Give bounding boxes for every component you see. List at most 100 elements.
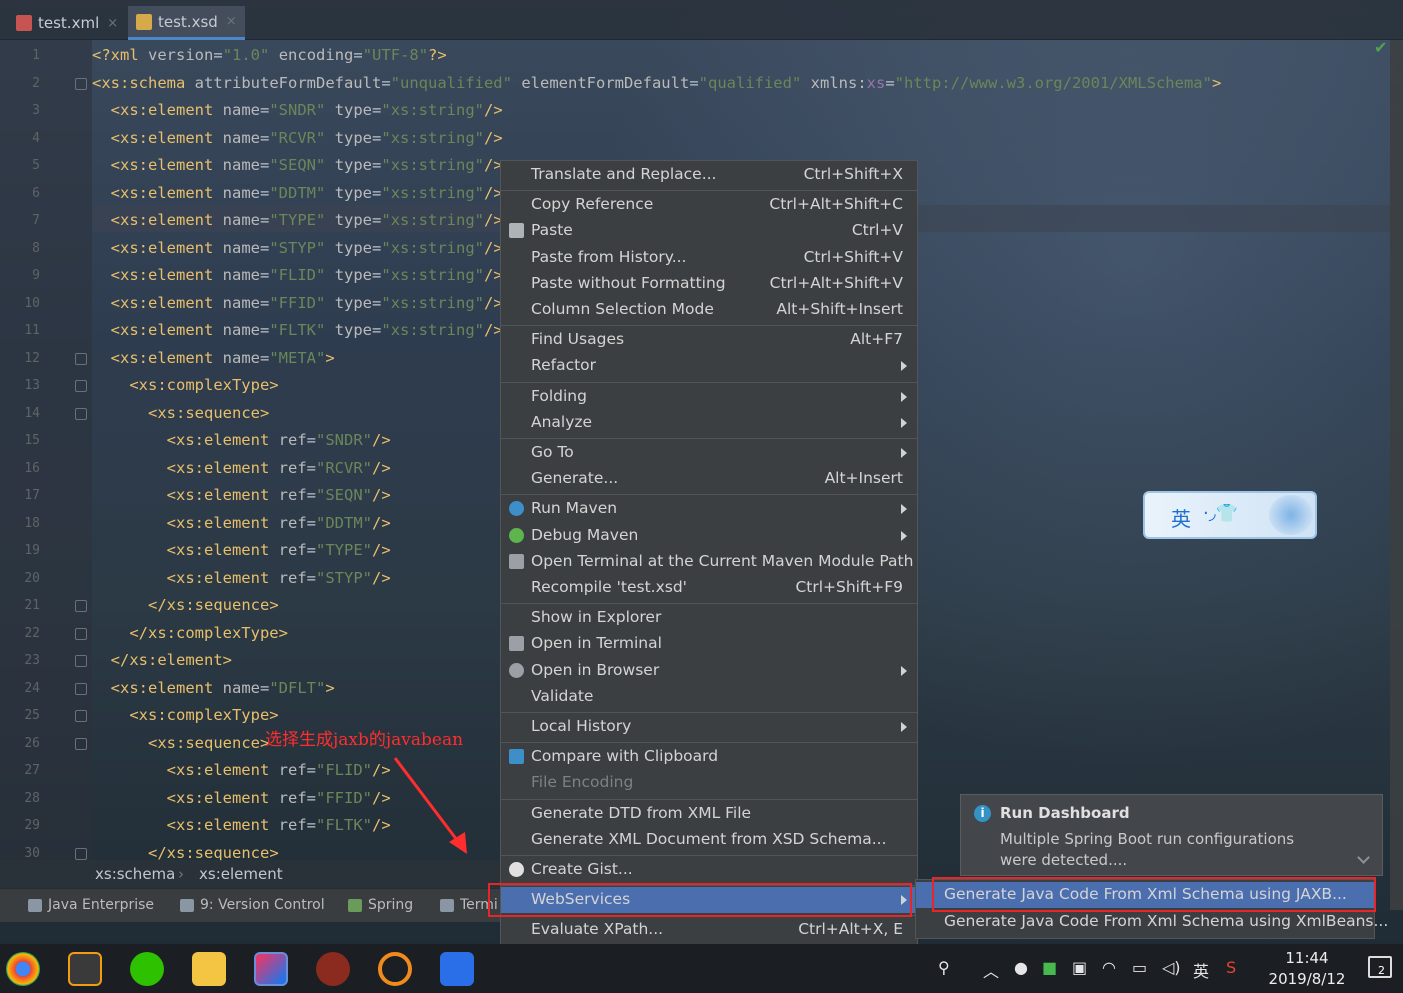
code-line: </xs:sequence> xyxy=(148,843,279,862)
menu-item-local-history[interactable]: Local History xyxy=(501,714,917,740)
menu-item-folding[interactable]: Folding xyxy=(501,384,917,410)
line-number: 26 xyxy=(24,735,40,751)
menu-item-show-in-explorer[interactable]: Show in Explorer xyxy=(501,605,917,631)
fold-marker-icon[interactable] xyxy=(75,77,87,90)
fold-marker-icon[interactable] xyxy=(75,352,87,365)
xsd-file-icon xyxy=(136,13,152,30)
game-app-icon[interactable] xyxy=(316,952,350,986)
file-explorer-icon[interactable] xyxy=(192,952,226,986)
fold-marker-icon[interactable] xyxy=(75,627,87,640)
fold-marker-icon[interactable] xyxy=(75,655,87,667)
chevron-up-icon[interactable]: ︿ xyxy=(983,958,999,982)
action-center-icon[interactable]: 2 xyxy=(1368,956,1392,978)
menu-item-create-gist[interactable]: Create Gist... xyxy=(501,857,917,883)
search-app-icon[interactable] xyxy=(378,952,412,986)
close-icon[interactable]: × xyxy=(226,14,237,29)
compare-icon xyxy=(509,749,524,765)
menu-separator xyxy=(501,381,917,383)
menu-item-refactor[interactable]: Refactor xyxy=(501,353,917,379)
menu-item-debug-maven[interactable]: Debug Maven xyxy=(501,523,917,549)
code-line: </xs:sequence> xyxy=(148,596,279,614)
breadcrumb-item[interactable]: xs:element xyxy=(199,865,283,883)
code-line: <?xml version="1.0" encoding="UTF-8"?> xyxy=(92,46,447,64)
menu-item-label: Paste from History... xyxy=(531,247,687,266)
tool-window-java-enterprise[interactable]: Java Enterprise xyxy=(28,897,154,913)
line-number: 24 xyxy=(24,680,40,696)
menu-item-open-in-browser[interactable]: Open in Browser xyxy=(501,658,917,684)
tool-window-spring[interactable]: Spring xyxy=(348,897,413,913)
menu-item-go-to[interactable]: Go To xyxy=(501,440,917,466)
g-app-icon[interactable]: ■ xyxy=(1042,958,1057,977)
menu-item-label: Generate Java Code From Xml Schema using… xyxy=(944,912,1389,930)
menu-item-validate[interactable]: Validate xyxy=(501,684,917,710)
fold-marker-icon[interactable] xyxy=(75,600,87,612)
tab-test-xml[interactable]: test.xml × xyxy=(8,6,126,40)
maven-debug-icon xyxy=(509,527,524,543)
volume-icon[interactable]: ◁) xyxy=(1162,958,1181,977)
menu-item-generate-xml-document-from-xsd-schema[interactable]: Generate XML Document from XSD Schema... xyxy=(501,827,917,853)
code-line: <xs:sequence> xyxy=(148,403,270,422)
menu-item-label: Generate... xyxy=(531,469,619,488)
chrome-icon[interactable] xyxy=(6,952,40,986)
menu-item-shortcut: Alt+Shift+Insert xyxy=(776,300,903,318)
intellij-idea-icon[interactable] xyxy=(254,952,288,986)
menu-item-generate-xmlbeans[interactable]: Generate Java Code From Xml Schema using… xyxy=(916,909,1388,935)
menu-item-file-encoding: File Encoding xyxy=(501,770,917,796)
sogou-icon[interactable]: S xyxy=(1226,958,1236,977)
tab-test-xsd[interactable]: test.xsd × xyxy=(128,6,245,40)
wechat-icon[interactable] xyxy=(130,952,164,986)
system-clock[interactable]: 11:44 2019/8/12 xyxy=(1262,948,1352,990)
code-line: <xs:element ref="FFID"/> xyxy=(166,788,391,807)
battery-icon[interactable]: ▭ xyxy=(1132,958,1147,977)
qq-icon[interactable]: ● xyxy=(1014,958,1028,977)
wps-office-icon[interactable] xyxy=(440,952,474,986)
menu-item-generate[interactable]: Generate... Alt+Insert xyxy=(501,466,917,492)
menu-item-paste-without-formatting[interactable]: Paste without Formatting Ctrl+Alt+Shift+V xyxy=(501,271,917,297)
ime-floating-bar[interactable]: 英 ·◞👕 xyxy=(1143,491,1317,539)
wifi-icon[interactable]: ◠ xyxy=(1102,958,1116,977)
people-icon[interactable]: ⚲ xyxy=(938,958,950,977)
code-line: <xs:schema attributeFormDefault="unquali… xyxy=(92,73,1222,92)
annotation-text: 选择生成jaxb的javabean xyxy=(265,730,464,750)
close-icon[interactable]: × xyxy=(107,16,118,31)
terminal-icon xyxy=(440,898,454,912)
menu-item-find-usages[interactable]: Find Usages Alt+F7 xyxy=(501,327,917,353)
ime-toolbar-icons[interactable]: ·◞👕 xyxy=(1203,503,1238,524)
fold-marker-icon[interactable] xyxy=(75,682,87,695)
code-line: <xs:element ref="SNDR"/> xyxy=(166,431,391,449)
menu-item-evaluate-xpath[interactable]: Evaluate XPath... Ctrl+Alt+X, E xyxy=(501,917,917,943)
menu-item-run-maven[interactable]: Run Maven xyxy=(501,496,917,522)
menu-item-copy-reference[interactable]: Copy Reference Ctrl+Alt+Shift+C xyxy=(501,192,917,218)
breadcrumb-item[interactable]: xs:schema xyxy=(95,865,175,883)
menu-item-analyze[interactable]: Analyze xyxy=(501,410,917,436)
code-line: <xs:element ref="FLTK"/> xyxy=(166,816,391,834)
menu-item-recompile-test-xsd[interactable]: Recompile 'test.xsd' Ctrl+Shift+F9 xyxy=(501,575,917,601)
inspection-ok-icon: ✔ xyxy=(1374,38,1388,57)
run-dashboard-notification[interactable]: i Run Dashboard Multiple Spring Boot run… xyxy=(960,794,1383,876)
line-number: 20 xyxy=(24,570,40,586)
fold-marker-icon[interactable] xyxy=(75,407,87,420)
chevron-down-icon[interactable] xyxy=(1357,851,1370,864)
fold-marker-icon[interactable] xyxy=(75,380,87,392)
menu-item-compare-with-clipboard[interactable]: Compare with Clipboard xyxy=(501,744,917,770)
tray-app-icon[interactable]: ▣ xyxy=(1072,958,1087,977)
fold-marker-icon[interactable] xyxy=(75,710,87,722)
menu-item-column-selection-mode[interactable]: Column Selection Mode Alt+Shift+Insert xyxy=(501,297,917,323)
tool-window-version-control[interactable]: 9: Version Control xyxy=(180,897,325,913)
menu-item-paste[interactable]: Paste Ctrl+V xyxy=(501,218,917,244)
line-number: 21 xyxy=(24,598,40,613)
menu-item-open-terminal-at-the-current-maven-module-path[interactable]: Open Terminal at the Current Maven Modul… xyxy=(501,549,917,575)
menu-item-generate-dtd-from-xml-file[interactable]: Generate DTD from XML File xyxy=(501,801,917,827)
fold-marker-icon[interactable] xyxy=(75,737,87,750)
annotation-arrow xyxy=(393,757,467,854)
ime-language[interactable]: 英 xyxy=(1171,503,1191,532)
fold-marker-icon[interactable] xyxy=(75,847,87,860)
menu-separator xyxy=(501,742,917,744)
line-number: 30 xyxy=(24,845,40,861)
menu-item-translate-and-replace[interactable]: Translate and Replace... Ctrl+Shift+X xyxy=(501,162,917,188)
menu-item-open-in-terminal[interactable]: Open in Terminal xyxy=(501,631,917,657)
menu-item-paste-from-history[interactable]: Paste from History... Ctrl+Shift+V xyxy=(501,245,917,271)
input-language[interactable]: 英 xyxy=(1193,958,1209,982)
submenu-arrow-icon xyxy=(901,665,907,676)
sublime-text-icon[interactable] xyxy=(68,952,102,986)
